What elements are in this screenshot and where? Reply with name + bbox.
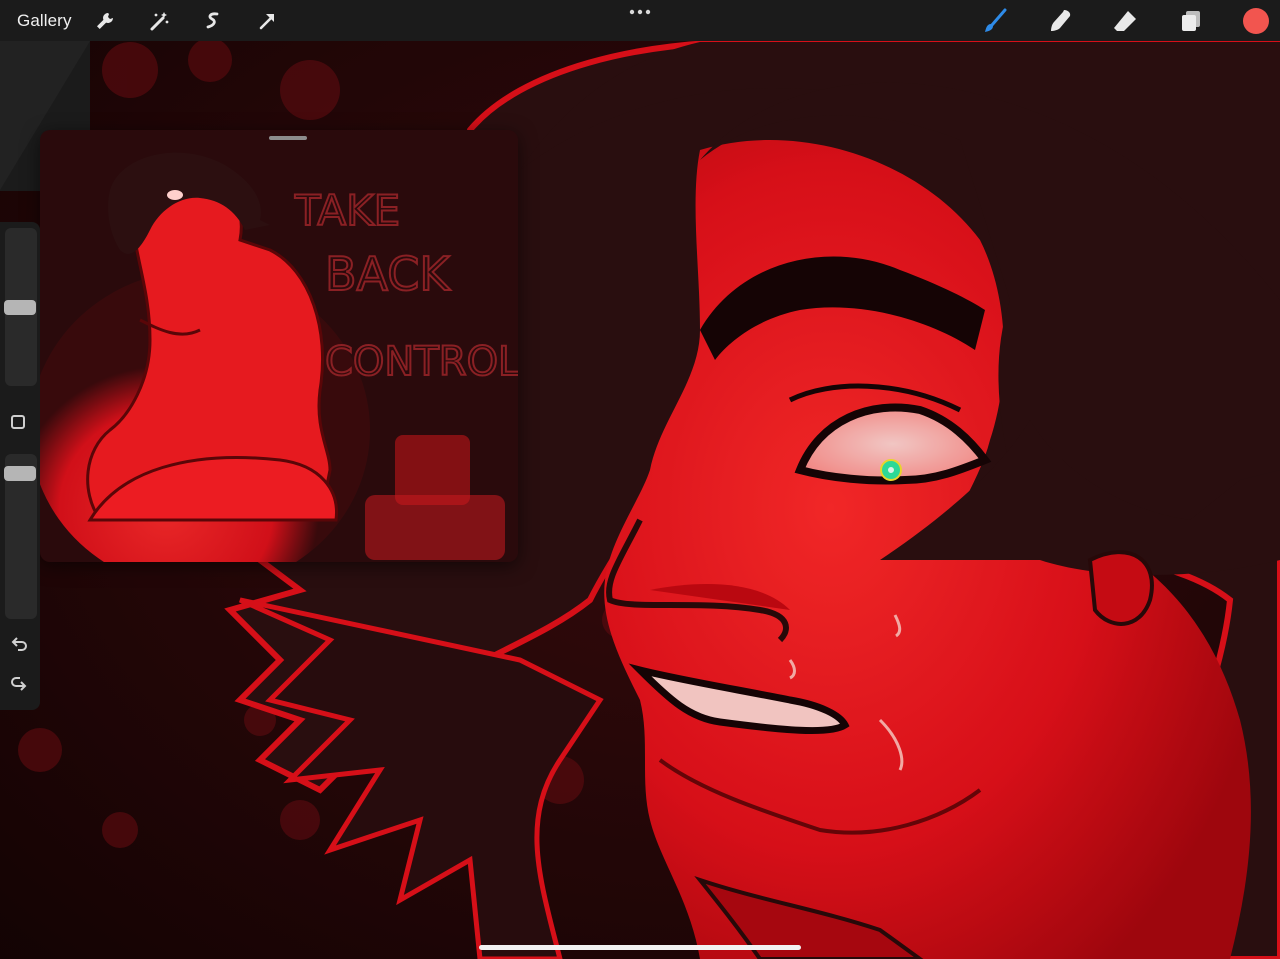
brush-size-thumb[interactable] — [4, 300, 36, 315]
reference-window[interactable]: TAKE BACK CONTROL — [40, 130, 518, 562]
top-toolbar: Gallery — [0, 0, 1280, 41]
layers-icon[interactable] — [1176, 6, 1206, 36]
magic-wand-icon[interactable] — [146, 8, 172, 34]
procreate-app: TAKE BACK CONTROL Gallery — [0, 0, 1280, 959]
redo-icon[interactable] — [9, 674, 29, 694]
ref-text-line-2: BACK — [325, 247, 451, 301]
opacity-thumb[interactable] — [4, 466, 36, 481]
left-sidebar — [0, 222, 40, 710]
reference-drag-handle[interactable] — [269, 136, 307, 140]
gallery-button[interactable]: Gallery — [17, 11, 72, 31]
ref-text-line-3: CONTROL — [325, 339, 518, 385]
eraser-icon[interactable] — [1110, 6, 1140, 36]
ref-text-line-1: TAKE — [294, 186, 400, 235]
transform-arrow-icon[interactable] — [254, 8, 280, 34]
undo-icon[interactable] — [9, 634, 29, 654]
smudge-icon[interactable] — [1045, 6, 1075, 36]
wrench-icon[interactable] — [92, 8, 118, 34]
brush-icon[interactable] — [980, 6, 1010, 36]
selection-icon[interactable] — [200, 8, 226, 34]
modify-button[interactable] — [11, 415, 25, 429]
reference-image: TAKE BACK CONTROL — [40, 130, 518, 562]
home-indicator[interactable] — [479, 945, 801, 950]
opacity-slider[interactable] — [4, 454, 37, 619]
brush-size-slider[interactable] — [4, 228, 37, 386]
color-picker-swatch[interactable] — [1243, 8, 1269, 34]
more-options-icon[interactable] — [626, 4, 654, 20]
